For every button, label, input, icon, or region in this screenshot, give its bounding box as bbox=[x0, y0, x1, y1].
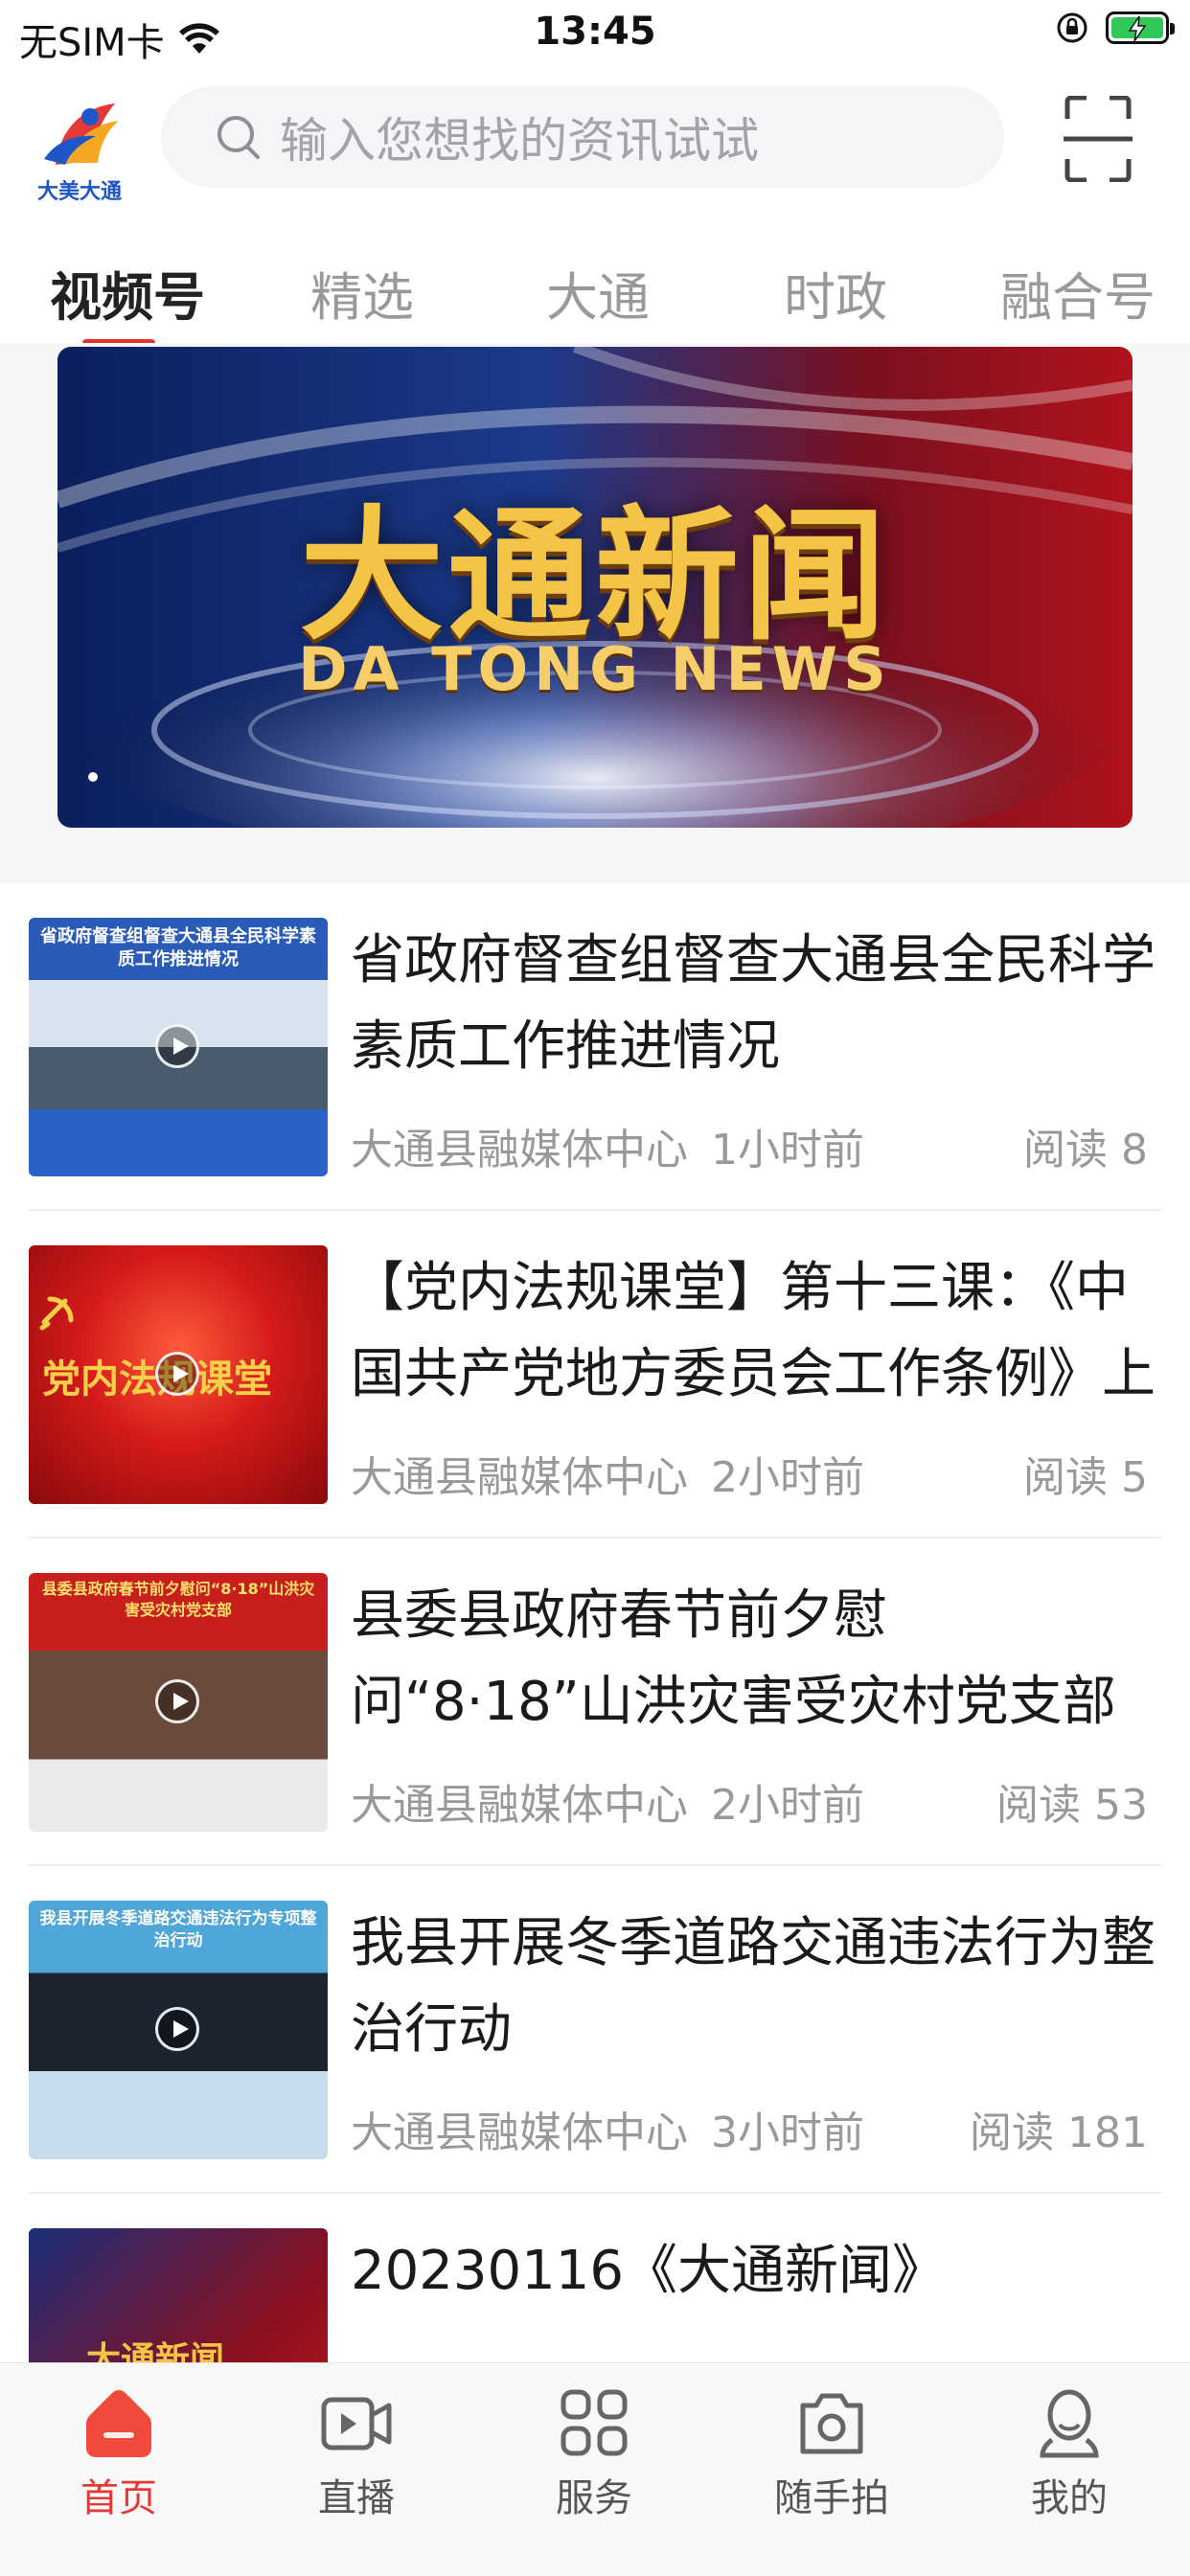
app-header: 大美大通 输入您想找的资讯试试 bbox=[0, 73, 1190, 207]
news-time: 3小时前 bbox=[711, 2109, 864, 2157]
thumbnail-caption: 县委县政府春节前夕慰问“8·18”山洪灾害受灾村党支部 bbox=[41, 1580, 315, 1619]
news-time: 2小时前 bbox=[711, 1781, 864, 1830]
nav-services[interactable]: 服务 bbox=[498, 2384, 690, 2522]
news-source: 大通县融媒体中心 bbox=[351, 1453, 688, 1502]
nav-profile-label: 我的 bbox=[1031, 2476, 1108, 2520]
status-right bbox=[1056, 11, 1175, 44]
nav-live-label: 直播 bbox=[318, 2476, 395, 2520]
news-item[interactable]: 我县开展冬季道路交通违法行为专项整治行动 我县开展冬季道路交通违法行为整治行动 … bbox=[29, 1866, 1161, 2196]
tab-datong[interactable]: 大通 bbox=[546, 255, 650, 331]
clock: 13:45 bbox=[534, 10, 656, 54]
news-title[interactable]: 我县开展冬季道路交通违法行为整治行动 bbox=[351, 1901, 1156, 2073]
nav-snapshot-label: 随手拍 bbox=[774, 2476, 889, 2520]
banner-carousel[interactable]: 大通新闻 DA TONG NEWS bbox=[57, 347, 1133, 828]
search-icon bbox=[217, 116, 260, 159]
category-tabs: 视频号 精选 大通 时政 融合号 bbox=[0, 207, 1190, 343]
tab-fusion[interactable]: 融合号 bbox=[1000, 255, 1156, 331]
tab-featured[interactable]: 精选 bbox=[310, 255, 414, 331]
services-icon bbox=[561, 2389, 628, 2456]
play-icon bbox=[155, 1679, 199, 1723]
profile-icon bbox=[1040, 2389, 1099, 2458]
news-thumbnail: 省政府督查组督查大通县全民科学素质工作推进情况 bbox=[29, 918, 328, 1176]
thumbnail-caption: 省政府督查组督查大通县全民科学素质工作推进情况 bbox=[40, 926, 316, 969]
nav-live[interactable]: 直播 bbox=[261, 2384, 452, 2522]
news-source: 大通县融媒体中心 bbox=[351, 1126, 688, 1174]
news-title[interactable]: 20230116《大通新闻》 bbox=[351, 2228, 1156, 2314]
news-reads: 阅读 8 bbox=[1023, 1126, 1148, 1174]
banner-subtitle: DA TONG NEWS bbox=[298, 634, 892, 704]
party-emblem-icon bbox=[39, 1296, 74, 1331]
news-item[interactable]: 党内法规课堂 【党内法规课堂】第十三课：《中国共产党地方委员会工作条例》上 大通… bbox=[29, 1211, 1161, 1540]
app-logo[interactable]: 大美大通 bbox=[27, 88, 132, 204]
news-meta: 大通县融媒体中心 2小时前 bbox=[351, 1770, 864, 1832]
tab-video[interactable]: 视频号 bbox=[50, 255, 205, 331]
play-icon bbox=[155, 1024, 199, 1068]
banner-section: 大通新闻 DA TONG NEWS bbox=[0, 343, 1190, 883]
nav-home-label: 首页 bbox=[80, 2476, 157, 2520]
camera-icon bbox=[800, 2393, 863, 2454]
news-title[interactable]: 【党内法规课堂】第十三课：《中国共产党地方委员会工作条例》上 bbox=[351, 1245, 1156, 1418]
nav-services-label: 服务 bbox=[556, 2476, 632, 2520]
news-thumbnail: 党内法规课堂 bbox=[29, 1245, 328, 1504]
battery-icon bbox=[1106, 11, 1175, 44]
news-source: 大通县融媒体中心 bbox=[351, 1781, 688, 1830]
play-icon bbox=[155, 1352, 199, 1396]
status-bar: 无SIM卡 13:45 bbox=[0, 0, 1190, 73]
nav-snapshot[interactable]: 随手拍 bbox=[736, 2384, 927, 2522]
news-source: 大通县融媒体中心 bbox=[351, 2109, 688, 2157]
news-reads: 阅读 181 bbox=[970, 2109, 1148, 2157]
carousel-indicator bbox=[88, 772, 98, 782]
news-reads: 阅读 53 bbox=[996, 1781, 1148, 1830]
news-meta: 大通县融媒体中心 2小时前 bbox=[351, 1443, 864, 1504]
nav-home[interactable]: 首页 bbox=[23, 2384, 215, 2522]
news-title[interactable]: 县委县政府春节前夕慰问“8·18”山洪灾害受灾村党支部 bbox=[351, 1573, 1156, 1745]
bottom-tab-bar: 首页 直播 服务 随手拍 我的 bbox=[0, 2362, 1190, 2576]
thumbnail-caption: 我县开展冬季道路交通违法行为专项整治行动 bbox=[39, 1909, 317, 1950]
news-title[interactable]: 省政府督查组督查大通县全民科学素质工作推进情况 bbox=[351, 918, 1156, 1090]
search-placeholder: 输入您想找的资讯试试 bbox=[280, 113, 759, 169]
logo-text: 大美大通 bbox=[36, 180, 122, 204]
news-time: 2小时前 bbox=[711, 1453, 864, 1502]
nav-profile[interactable]: 我的 bbox=[973, 2384, 1165, 2522]
search-input[interactable]: 输入您想找的资讯试试 bbox=[161, 86, 1004, 188]
news-meta: 大通县融媒体中心 1小时前 bbox=[351, 1115, 864, 1176]
live-icon bbox=[321, 2397, 392, 2451]
play-icon bbox=[155, 2007, 199, 2051]
tab-politics[interactable]: 时政 bbox=[784, 255, 887, 331]
scan-icon[interactable] bbox=[1064, 96, 1133, 182]
news-time: 1小时前 bbox=[711, 1126, 864, 1174]
news-thumbnail: 我县开展冬季道路交通违法行为专项整治行动 bbox=[29, 1901, 328, 2159]
home-icon bbox=[86, 2390, 151, 2457]
rotation-lock-icon bbox=[1057, 12, 1087, 43]
news-reads: 阅读 5 bbox=[1023, 1453, 1148, 1502]
news-item[interactable]: 省政府督查组督查大通县全民科学素质工作推进情况 省政府督查组督查大通县全民科学素… bbox=[29, 883, 1161, 1213]
news-meta: 大通县融媒体中心 3小时前 bbox=[351, 2098, 864, 2159]
news-item[interactable]: 县委县政府春节前夕慰问“8·18”山洪灾害受灾村党支部 县委县政府春节前夕慰问“… bbox=[29, 1539, 1161, 1868]
news-thumbnail: 县委县政府春节前夕慰问“8·18”山洪灾害受灾村党支部 bbox=[29, 1573, 328, 1832]
